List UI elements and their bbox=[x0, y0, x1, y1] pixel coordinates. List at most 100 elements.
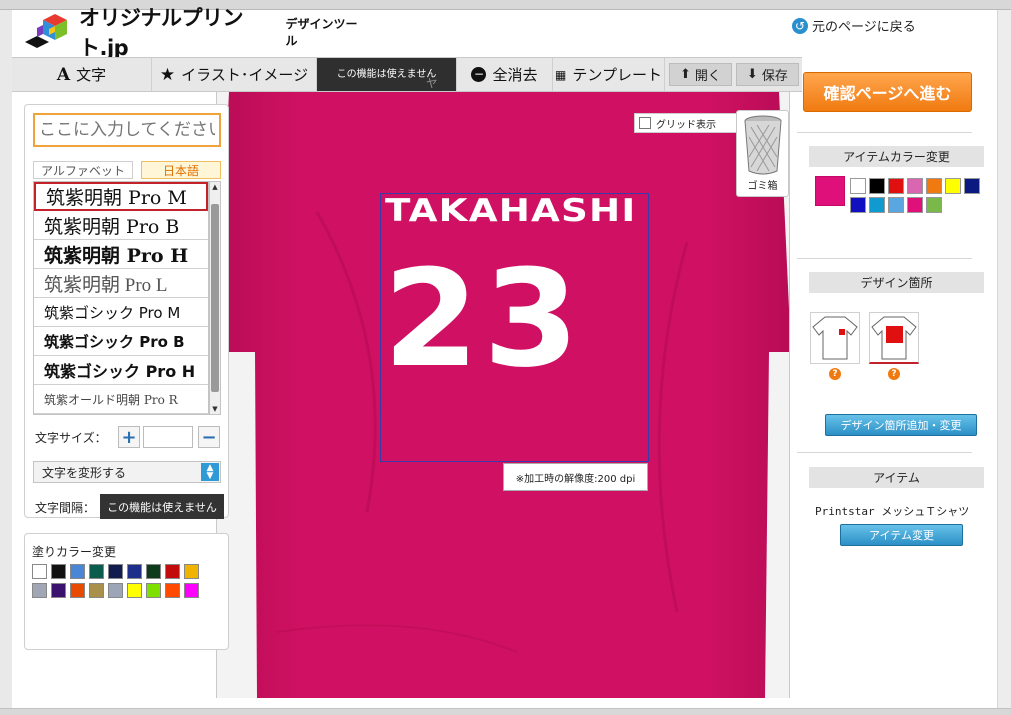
scroll-up-icon[interactable]: ▲ bbox=[210, 182, 220, 192]
grid-icon: ▦ bbox=[555, 67, 567, 82]
letter-spacing-disabled: この機能は使えません bbox=[100, 494, 224, 519]
save-button[interactable]: ⬇ 保存 bbox=[735, 63, 799, 86]
item-color-swatch[interactable] bbox=[850, 178, 866, 194]
fill-color-swatch[interactable] bbox=[89, 583, 104, 598]
help-icon[interactable]: ? bbox=[888, 368, 900, 380]
font-item[interactable]: 筑紫ゴシック Pro B bbox=[34, 327, 208, 356]
letter-spacing-label: 文字間隔： bbox=[35, 501, 96, 515]
fill-color-swatch[interactable] bbox=[165, 583, 180, 598]
tab-text-label: 文字 bbox=[76, 66, 107, 84]
fill-color-swatch[interactable] bbox=[127, 564, 142, 579]
divider bbox=[797, 258, 972, 259]
trash-bin[interactable]: ゴミ箱 bbox=[736, 110, 789, 197]
back-link-label: 元のページに戻る bbox=[812, 20, 916, 35]
template-label: テンプレート bbox=[572, 66, 662, 84]
font-item[interactable]: 筑紫オールド明朝 Pro R bbox=[34, 385, 208, 414]
fill-color-swatch[interactable] bbox=[146, 564, 161, 579]
fill-color-swatch[interactable] bbox=[146, 583, 161, 598]
fill-color-swatch[interactable] bbox=[184, 564, 199, 579]
back-to-page-link[interactable]: ↺ 元のページに戻る bbox=[792, 16, 916, 35]
font-item[interactable]: 筑紫明朝 Pro M bbox=[34, 182, 208, 211]
item-color-swatch[interactable] bbox=[888, 197, 904, 213]
tab-illustration[interactable]: ★ イラスト･イメージ bbox=[152, 58, 317, 91]
font-size-minus-button[interactable]: − bbox=[198, 426, 220, 448]
tab-text[interactable]: A 文字 bbox=[12, 58, 152, 91]
trash-label: ゴミ箱 bbox=[747, 181, 778, 192]
tab-disabled-feature[interactable]: この機能は使えません ャ bbox=[317, 58, 457, 91]
minus-circle-icon: − bbox=[471, 67, 487, 82]
clear-all-label: 全消去 bbox=[492, 66, 538, 84]
down-arrow-icon: ⬇ bbox=[746, 67, 758, 82]
window-scrollbar[interactable] bbox=[997, 10, 1011, 708]
item-color-swatch[interactable] bbox=[964, 178, 980, 194]
tab-alphabet[interactable]: アルファベット bbox=[33, 161, 133, 179]
resolution-note: ※加工時の解像度:200 dpi bbox=[503, 463, 648, 491]
proceed-to-confirm-button[interactable]: 確認ページへ進む bbox=[803, 72, 972, 112]
font-list-scrollbar[interactable]: ▲ ▼ bbox=[209, 181, 221, 415]
font-size-label: 文字サイズ： bbox=[35, 431, 107, 445]
item-change-button[interactable]: アイテム変更 bbox=[840, 524, 963, 546]
number-print-text[interactable]: 23 bbox=[383, 244, 583, 394]
fill-color-swatch[interactable] bbox=[108, 583, 123, 598]
font-item[interactable]: 筑紫明朝 Pro L bbox=[34, 269, 208, 298]
font-item[interactable]: 筑紫明朝 Pro B bbox=[34, 211, 208, 240]
font-item[interactable]: 筑紫明朝 Pro H bbox=[34, 240, 208, 269]
item-color-swatch[interactable] bbox=[850, 197, 866, 213]
fill-color-swatch[interactable] bbox=[89, 564, 104, 579]
design-area-title: デザイン箇所 bbox=[809, 272, 984, 293]
logo-subtitle: デザインツール bbox=[285, 17, 358, 48]
item-color-swatch[interactable] bbox=[869, 197, 885, 213]
scrollbar-thumb[interactable] bbox=[211, 204, 219, 392]
item-color-swatch[interactable] bbox=[869, 178, 885, 194]
scroll-down-icon[interactable]: ▼ bbox=[210, 404, 220, 414]
grid-toggle[interactable]: グリッド表示 bbox=[634, 113, 738, 133]
fill-color-swatch[interactable] bbox=[70, 583, 85, 598]
save-label: 保存 bbox=[761, 69, 788, 84]
item-color-swatch[interactable] bbox=[926, 178, 942, 194]
site-logo[interactable]: オリジナルプリント.jp デザインツール bbox=[23, 6, 363, 60]
clear-all-button[interactable]: − 全消去 bbox=[457, 58, 553, 91]
font-list: 筑紫明朝 Pro M 筑紫明朝 Pro B 筑紫明朝 Pro H 筑紫明朝 Pr… bbox=[33, 181, 209, 415]
divider bbox=[797, 452, 972, 453]
tab-japanese[interactable]: 日本語 bbox=[141, 161, 221, 179]
fill-color-swatch[interactable] bbox=[165, 564, 180, 579]
logo-text: オリジナルプリント.jp bbox=[79, 6, 243, 60]
logo-cube-icon bbox=[23, 12, 75, 52]
design-area-change-button[interactable]: デザイン箇所追加・変更 bbox=[825, 414, 977, 436]
text-entry-input[interactable] bbox=[33, 113, 221, 147]
fill-color-swatch[interactable] bbox=[184, 583, 199, 598]
disabled-feature-notice: この機能は使えません bbox=[336, 69, 437, 80]
fill-color-swatch[interactable] bbox=[70, 564, 85, 579]
text-transform-select[interactable]: 文字を変形する ▲ ▼ bbox=[33, 461, 221, 483]
fill-color-swatch[interactable] bbox=[51, 564, 66, 579]
design-area-back-thumb[interactable] bbox=[869, 312, 919, 364]
shirt-front-icon bbox=[812, 316, 858, 360]
fill-color-panel: 塗りカラー変更 bbox=[24, 533, 229, 650]
fill-color-swatch[interactable] bbox=[32, 583, 47, 598]
open-button[interactable]: ⬆ 開く bbox=[669, 63, 732, 86]
selected-item-color bbox=[815, 176, 845, 206]
toolbar: A 文字 ★ イラスト･イメージ この機能は使えません ャ − 全消去 ▦ テン… bbox=[12, 57, 802, 92]
item-color-swatch[interactable] bbox=[945, 178, 961, 194]
help-icon[interactable]: ? bbox=[829, 368, 841, 380]
item-color-swatch[interactable] bbox=[888, 178, 904, 194]
fill-color-swatch[interactable] bbox=[32, 564, 47, 579]
design-area-front-thumb[interactable] bbox=[810, 312, 860, 364]
item-color-swatch[interactable] bbox=[926, 197, 942, 213]
fill-color-swatch[interactable] bbox=[51, 583, 66, 598]
open-label: 開く bbox=[694, 69, 721, 84]
fill-color-title: 塗りカラー変更 bbox=[32, 545, 117, 559]
font-size-plus-button[interactable]: + bbox=[118, 426, 140, 448]
grid-checkbox[interactable] bbox=[639, 117, 651, 129]
template-button[interactable]: ▦ テンプレート bbox=[553, 58, 665, 91]
font-item[interactable]: 筑紫ゴシック Pro M bbox=[34, 298, 208, 327]
fill-color-swatch[interactable] bbox=[127, 583, 142, 598]
font-size-input[interactable] bbox=[143, 426, 193, 448]
name-print-text[interactable]: TAKAHASHI bbox=[385, 193, 636, 229]
item-color-swatch[interactable] bbox=[907, 178, 923, 194]
fill-color-swatch[interactable] bbox=[108, 564, 123, 579]
font-item[interactable]: 筑紫ゴシック Pro H bbox=[34, 356, 208, 385]
item-name: Printstar メッシュＴシャツ bbox=[815, 505, 970, 518]
item-color-swatch[interactable] bbox=[907, 197, 923, 213]
trash-icon bbox=[744, 115, 782, 175]
